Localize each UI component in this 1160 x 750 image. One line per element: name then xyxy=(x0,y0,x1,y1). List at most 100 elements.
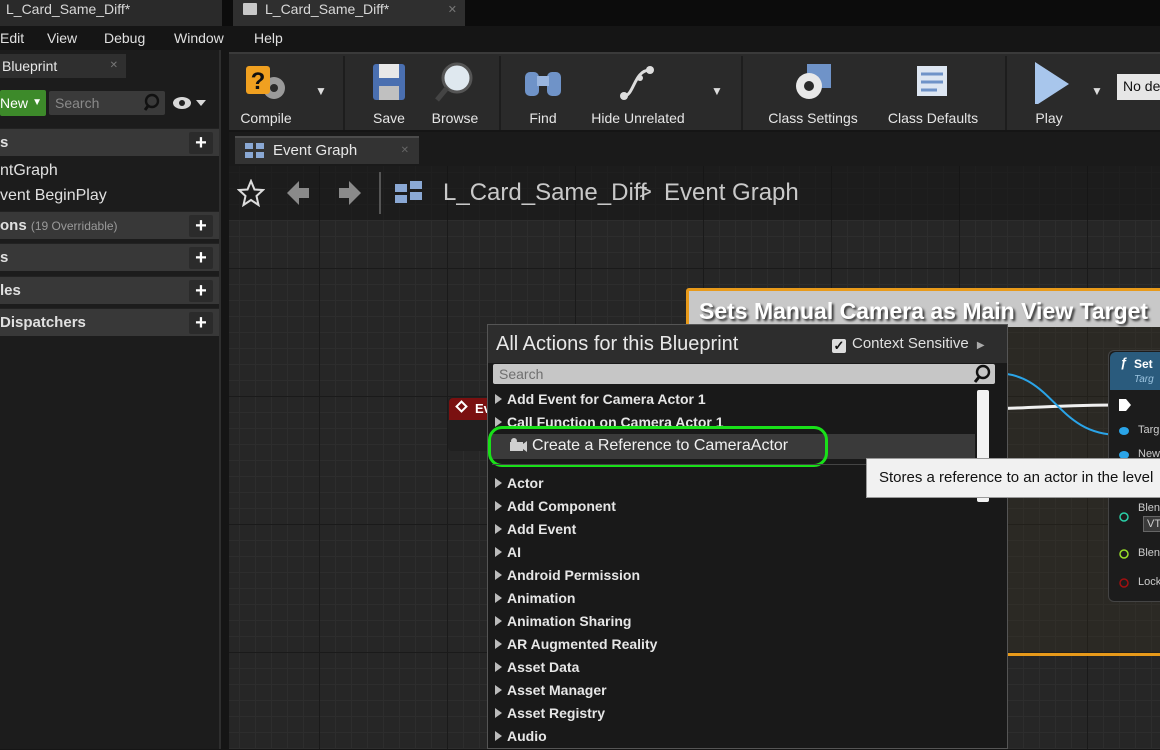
tab-label: Event Graph xyxy=(273,142,358,159)
expand-arrow-icon xyxy=(495,731,502,741)
lock-outgoing-pin-icon[interactable] xyxy=(1118,578,1130,588)
action-category-row[interactable]: Asset Data xyxy=(495,659,579,681)
tooltip-text: Stores a reference to an actor in the le… xyxy=(879,469,1154,486)
favorite-star-icon[interactable] xyxy=(237,179,265,207)
action-menu-title: All Actions for this Blueprint xyxy=(496,333,739,355)
expand-arrow-icon xyxy=(495,394,502,404)
hide-unrelated-options-icon[interactable]: ▼ xyxy=(711,84,723,98)
action-category-row[interactable]: Animation Sharing xyxy=(495,613,631,635)
section-label: s xyxy=(0,249,9,266)
toolbar-separator xyxy=(343,56,345,130)
toolbar-separator xyxy=(1005,56,1007,130)
action-category-row[interactable]: Asset Registry xyxy=(495,705,605,727)
close-panel-icon[interactable]: ✕ xyxy=(110,54,118,78)
comment-title[interactable]: Sets Manual Camera as Main View Target xyxy=(689,291,1160,327)
expand-arrow-icon xyxy=(495,662,502,672)
action-category-row[interactable]: Add Component xyxy=(495,498,616,520)
category-label: AI xyxy=(507,544,521,560)
category-label: Asset Data xyxy=(507,659,580,675)
view-options-icon[interactable] xyxy=(172,94,208,112)
action-category-row[interactable]: Asset Manager xyxy=(495,682,607,704)
context-sensitive-toggle[interactable]: ✓ Context Sensitive ▶ xyxy=(832,335,985,353)
play-options-icon[interactable]: ▼ xyxy=(1091,84,1103,98)
toolbar-separator xyxy=(499,56,501,130)
browse-icon xyxy=(435,62,473,102)
forward-arrow-icon[interactable] xyxy=(337,179,363,207)
compile-icon: ? xyxy=(246,66,285,99)
add-dispatcher-button[interactable]: + xyxy=(189,312,213,334)
play-button[interactable]: Play xyxy=(1017,58,1081,130)
compile-button[interactable]: ? Compile xyxy=(231,58,301,130)
save-icon xyxy=(373,64,405,100)
save-label: Save xyxy=(373,110,405,126)
blend-func-dropdown[interactable]: VT xyxy=(1143,516,1160,532)
section-event-dispatchers[interactable]: Dispatchers + xyxy=(0,308,219,336)
event-graph-icon xyxy=(245,143,264,158)
toolbar-separator xyxy=(741,56,743,130)
menu-window[interactable]: Window xyxy=(174,30,224,46)
expand-arrow-icon xyxy=(495,593,502,603)
menu-debug[interactable]: Debug xyxy=(104,30,145,46)
save-button[interactable]: Save xyxy=(359,58,419,130)
graph-item-eventgraph[interactable]: ntGraph xyxy=(0,162,58,180)
add-function-button[interactable]: + xyxy=(189,215,213,237)
action-category-row[interactable]: Animation xyxy=(495,590,575,612)
category-label: Animation Sharing xyxy=(507,613,632,629)
add-new-label: New xyxy=(0,95,29,111)
back-arrow-icon[interactable] xyxy=(285,179,311,207)
menu-view[interactable]: View xyxy=(47,30,77,46)
action-item[interactable]: Add Event for Camera Actor 1 xyxy=(495,391,706,413)
section-graphs[interactable]: s + xyxy=(0,128,219,156)
add-graph-button[interactable]: + xyxy=(189,132,213,154)
set-node-header[interactable]: ƒ Set Targ xyxy=(1110,352,1160,390)
event-icon xyxy=(455,400,468,413)
exec-pin-icon[interactable] xyxy=(1118,398,1132,412)
category-label: Asset Registry xyxy=(507,705,606,721)
action-category-row[interactable]: AR Augmented Reality xyxy=(495,636,657,658)
menu-help[interactable]: Help xyxy=(254,30,283,46)
graph-breadcrumb-bar: L_Card_Same_Diff > Event Graph xyxy=(229,166,1160,220)
action-category-row[interactable]: Actor xyxy=(495,475,544,497)
action-category-row[interactable]: Android Permission xyxy=(495,567,640,589)
section-macros[interactable]: s + xyxy=(0,243,219,271)
category-label: Add Component xyxy=(507,498,616,514)
blend-time-pin-icon[interactable] xyxy=(1118,512,1130,522)
find-button[interactable]: Find xyxy=(513,58,573,130)
section-variables[interactable]: les + xyxy=(0,276,219,304)
hide-unrelated-button[interactable]: Hide Unrelated xyxy=(583,58,693,130)
class-defaults-label: Class Defaults xyxy=(887,110,979,126)
action-item-label: Add Event for Camera Actor 1 xyxy=(507,391,706,407)
document-tab-active[interactable]: L_Card_Same_Diff* ✕ xyxy=(233,0,465,26)
blueprint-search-box[interactable]: Search xyxy=(49,91,165,115)
graph-item-beginplay[interactable]: vent BeginPlay xyxy=(0,187,107,205)
target-pin-icon[interactable] xyxy=(1118,426,1130,436)
action-category-row[interactable]: AI xyxy=(495,544,521,566)
close-tab-icon[interactable]: ✕ xyxy=(401,138,409,164)
category-label: Asset Manager xyxy=(507,682,607,698)
menu-edit[interactable]: Edit xyxy=(0,30,24,46)
class-defaults-button[interactable]: Class Defaults xyxy=(881,58,985,130)
class-settings-button[interactable]: Class Settings xyxy=(761,58,865,130)
add-macro-button[interactable]: + xyxy=(189,247,213,269)
add-new-button[interactable]: New ▼ xyxy=(0,90,46,116)
panel-tab-blueprint[interactable]: Blueprint ✕ xyxy=(0,54,126,78)
expand-arrow-icon xyxy=(495,501,502,511)
debug-filter-dropdown[interactable]: No de xyxy=(1117,74,1160,100)
pin-label: Blen xyxy=(1138,502,1160,514)
tab-event-graph[interactable]: Event Graph ✕ xyxy=(235,136,419,164)
blueprint-toolbar: ? Compile ▼ Save Browse Find Hide Unrela… xyxy=(229,52,1160,130)
compile-options-icon[interactable]: ▼ xyxy=(315,84,327,98)
search-icon xyxy=(143,93,160,111)
blend-exp-pin-icon[interactable] xyxy=(1118,549,1130,559)
breadcrumb-root[interactable]: L_Card_Same_Diff xyxy=(443,179,647,207)
add-variable-button[interactable]: + xyxy=(189,280,213,302)
checkbox-checked-icon: ✓ xyxy=(832,338,846,353)
browse-button[interactable]: Browse xyxy=(425,58,485,130)
close-tab-icon[interactable]: ✕ xyxy=(448,1,457,19)
search-icon xyxy=(973,364,991,383)
action-search-input[interactable]: Search xyxy=(493,364,995,384)
action-category-row[interactable]: Add Event xyxy=(495,521,576,543)
document-tab[interactable]: L_Card_Same_Diff* xyxy=(0,0,222,26)
section-functions[interactable]: ons (19 Overridable) + xyxy=(0,211,219,239)
action-category-row[interactable]: Audio xyxy=(495,728,547,750)
